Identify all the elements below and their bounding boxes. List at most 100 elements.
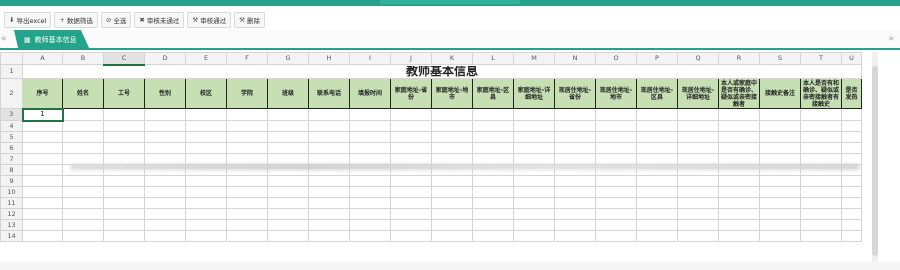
cell[interactable] — [308, 131, 350, 143]
row-number[interactable]: 6 — [0, 142, 23, 154]
cell[interactable] — [718, 153, 760, 165]
cell[interactable] — [841, 175, 862, 187]
cell[interactable] — [308, 186, 350, 198]
cell[interactable] — [267, 197, 309, 209]
cell[interactable] — [144, 120, 186, 132]
header-cell[interactable]: 学院 — [226, 78, 268, 109]
cell[interactable] — [62, 219, 104, 231]
row-number[interactable]: 10 — [0, 186, 23, 198]
cell[interactable] — [595, 175, 637, 187]
cell[interactable] — [800, 175, 842, 187]
cell[interactable] — [185, 175, 227, 187]
cell[interactable] — [144, 230, 186, 242]
cell[interactable] — [185, 208, 227, 220]
cell[interactable] — [636, 120, 678, 132]
cell[interactable] — [513, 120, 555, 132]
cell[interactable] — [267, 131, 309, 143]
cell[interactable] — [718, 197, 760, 209]
row-number[interactable]: 14 — [0, 230, 23, 242]
cell[interactable] — [226, 175, 268, 187]
cell[interactable] — [390, 131, 432, 143]
cell[interactable] — [841, 219, 862, 231]
cell[interactable] — [841, 131, 862, 143]
cell[interactable] — [595, 208, 637, 220]
cell[interactable] — [513, 142, 555, 154]
cell[interactable] — [308, 219, 350, 231]
cell[interactable] — [800, 131, 842, 143]
cell[interactable] — [759, 131, 801, 143]
header-cell[interactable]: 现居住地址-详细地址 — [677, 78, 719, 109]
cell[interactable] — [800, 153, 842, 165]
cell[interactable] — [595, 142, 637, 154]
cell[interactable] — [554, 108, 596, 121]
cell[interactable] — [636, 186, 678, 198]
row-number[interactable]: 9 — [0, 175, 23, 187]
toolbar-button-1[interactable]: + 数据筛选 — [54, 12, 98, 28]
cell[interactable] — [759, 142, 801, 154]
cell[interactable] — [267, 120, 309, 132]
cell[interactable] — [718, 131, 760, 143]
header-cell[interactable]: 班级 — [267, 78, 309, 109]
cell[interactable] — [800, 197, 842, 209]
cell[interactable] — [431, 142, 473, 154]
cell[interactable] — [22, 197, 63, 209]
cell[interactable] — [636, 131, 678, 143]
cell[interactable] — [267, 142, 309, 154]
cell[interactable] — [636, 208, 678, 220]
cell[interactable] — [267, 108, 309, 121]
cell[interactable] — [431, 120, 473, 132]
toolbar-button-0[interactable]: ⬇ 导出excel — [4, 12, 52, 28]
cell[interactable] — [349, 153, 391, 165]
toolbar-button-5[interactable]: ⚒ 删除 — [234, 12, 265, 28]
header-cell[interactable]: 填报时间 — [349, 78, 391, 109]
horizontal-scrollbar[interactable] — [0, 262, 900, 270]
cell[interactable] — [22, 230, 63, 242]
cell[interactable] — [349, 186, 391, 198]
cell[interactable] — [431, 230, 473, 242]
cell[interactable] — [759, 230, 801, 242]
cell[interactable] — [759, 153, 801, 165]
cell[interactable] — [718, 186, 760, 198]
cell[interactable] — [759, 186, 801, 198]
cell[interactable] — [636, 197, 678, 209]
cell[interactable] — [431, 208, 473, 220]
cell[interactable] — [185, 230, 227, 242]
cell[interactable] — [554, 230, 596, 242]
column-header[interactable]: S — [759, 52, 801, 65]
cell[interactable] — [841, 230, 862, 242]
cell[interactable] — [677, 186, 719, 198]
header-cell[interactable]: 家庭地址-地市 — [431, 78, 473, 109]
column-header[interactable]: Q — [677, 52, 719, 65]
toolbar-button-3[interactable]: ✖ 审核未通过 — [134, 12, 185, 28]
cell[interactable] — [841, 197, 862, 209]
cell[interactable] — [513, 175, 555, 187]
cell[interactable] — [62, 142, 104, 154]
cell[interactable] — [308, 153, 350, 165]
header-cell[interactable]: 本人是否有和确诊、疑似或亲密接触者有接触史 — [800, 78, 842, 109]
column-header[interactable]: N — [554, 52, 596, 65]
cell[interactable] — [595, 230, 637, 242]
column-header[interactable]: F — [226, 52, 268, 65]
cell[interactable] — [267, 230, 309, 242]
column-header[interactable]: D — [144, 52, 186, 65]
cell[interactable] — [513, 230, 555, 242]
cell[interactable] — [103, 120, 145, 132]
cell[interactable] — [22, 186, 63, 198]
cell[interactable] — [718, 219, 760, 231]
cell[interactable] — [472, 175, 514, 187]
cell[interactable] — [554, 120, 596, 132]
cell[interactable] — [431, 219, 473, 231]
cell[interactable] — [349, 142, 391, 154]
cell[interactable] — [226, 131, 268, 143]
header-cell[interactable]: 校区 — [185, 78, 227, 109]
column-header[interactable]: C — [103, 52, 145, 66]
cell[interactable] — [390, 153, 432, 165]
cell[interactable] — [267, 219, 309, 231]
cell[interactable] — [513, 186, 555, 198]
row-number[interactable]: 2 — [0, 78, 23, 109]
header-cell[interactable]: 家庭地址-省份 — [390, 78, 432, 109]
cell[interactable] — [185, 186, 227, 198]
cell[interactable] — [841, 186, 862, 198]
cell[interactable] — [226, 230, 268, 242]
cell[interactable] — [62, 186, 104, 198]
